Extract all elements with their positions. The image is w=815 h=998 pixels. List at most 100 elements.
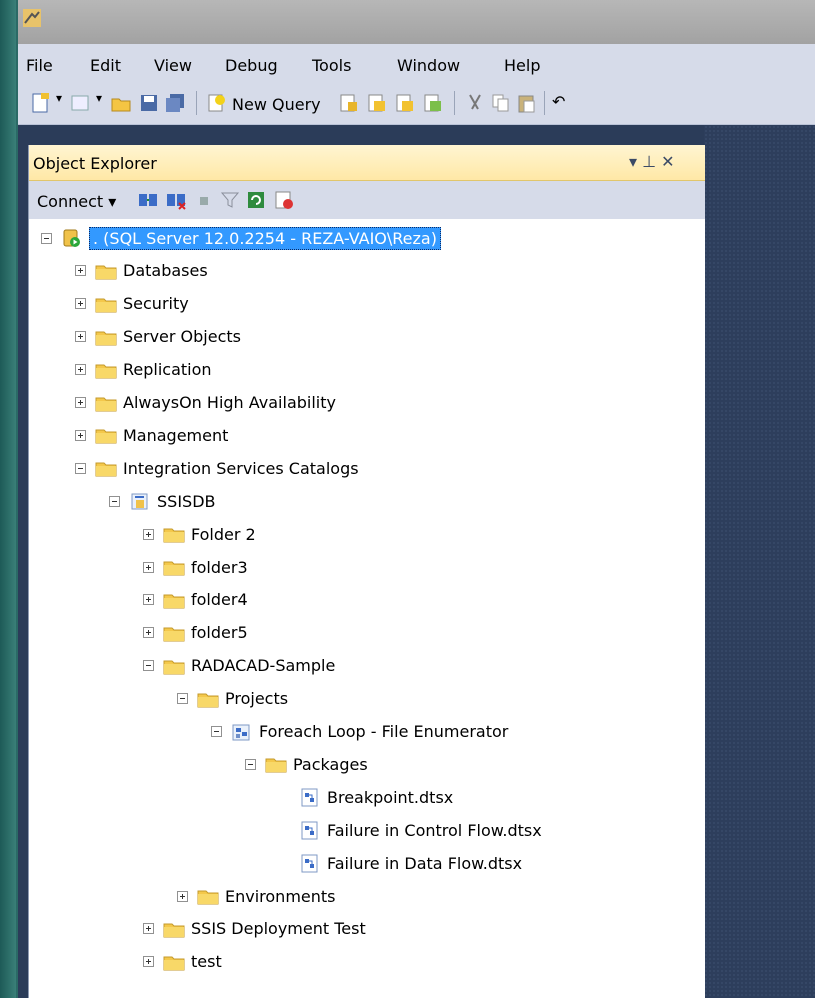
activity-monitor-icon[interactable] (273, 189, 295, 211)
tree-node[interactable]: SSISDB (109, 488, 215, 514)
copy-icon[interactable] (490, 92, 512, 114)
tree-node-label[interactable]: Failure in Control Flow.dtsx (327, 821, 542, 840)
disconnect-icon[interactable] (165, 189, 187, 211)
new-query-button[interactable]: New Query (232, 95, 321, 114)
tree-node[interactable]: Management (75, 422, 228, 448)
tree-node-label[interactable]: Foreach Loop - File Enumerator (259, 722, 508, 741)
tree-node[interactable]: Breakpoint.dtsx (279, 784, 453, 810)
tree-node[interactable]: Replication (75, 357, 212, 383)
tree-node-label[interactable]: . (SQL Server 12.0.2254 - REZA-VAIO\Reza… (89, 226, 441, 250)
tree-node[interactable]: Failure in Data Flow.dtsx (279, 850, 522, 876)
tree-node[interactable]: Folder 2 (143, 521, 256, 547)
expand-icon[interactable] (143, 594, 154, 606)
expand-icon[interactable] (75, 298, 86, 310)
collapse-icon[interactable] (245, 758, 256, 770)
tree-node-label[interactable]: Databases (123, 261, 208, 280)
expand-icon[interactable] (177, 890, 188, 902)
expand-icon[interactable] (75, 331, 86, 343)
dmx-query-icon[interactable] (394, 92, 416, 114)
save-all-icon[interactable] (164, 92, 186, 114)
filter-icon[interactable] (219, 189, 241, 211)
collapse-icon[interactable] (211, 726, 222, 737)
tree-node-label[interactable]: SSIS Deployment Test (191, 919, 366, 938)
tree-node[interactable]: Foreach Loop - File Enumerator (211, 719, 508, 745)
save-icon[interactable] (138, 92, 160, 114)
tree-node-label[interactable]: test (191, 952, 222, 971)
collapse-icon[interactable] (41, 232, 52, 244)
tree-node-label[interactable]: Management (123, 426, 228, 445)
tree-node-label[interactable]: Packages (293, 755, 368, 774)
menu-file[interactable]: File (26, 56, 53, 75)
new-project-icon[interactable] (30, 92, 52, 114)
tree-node-label[interactable]: folder4 (191, 590, 248, 609)
cut-icon[interactable] (464, 92, 486, 114)
expand-icon[interactable] (143, 923, 154, 935)
tree-node-label[interactable]: folder5 (191, 623, 248, 642)
tree-node[interactable]: folder5 (143, 620, 248, 646)
tree-node[interactable]: . (SQL Server 12.0.2254 - REZA-VAIO\Reza… (41, 225, 441, 251)
menu-debug[interactable]: Debug (225, 56, 278, 75)
undo-icon[interactable]: ↶ (552, 92, 565, 111)
tree-node-label[interactable]: AlwaysOn High Availability (123, 393, 336, 412)
tree-node[interactable]: Integration Services Catalogs (75, 455, 359, 481)
tree-node-label[interactable]: Integration Services Catalogs (123, 459, 359, 478)
tree-node-label[interactable]: folder3 (191, 558, 248, 577)
tree-node[interactable]: AlwaysOn High Availability (75, 390, 336, 416)
expand-icon[interactable] (143, 627, 154, 639)
tree-node[interactable]: folder3 (143, 554, 248, 580)
tree-node[interactable]: folder4 (143, 587, 248, 613)
tree-node[interactable]: Failure in Control Flow.dtsx (279, 817, 542, 843)
tree-node-label[interactable]: RADACAD-Sample (191, 656, 335, 675)
menu-help[interactable]: Help (504, 56, 540, 75)
tree-node[interactable]: SSIS Deployment Test (143, 916, 366, 942)
tree-node[interactable]: RADACAD-Sample (143, 653, 335, 679)
expand-icon[interactable] (143, 528, 154, 540)
menu-tools[interactable]: Tools (312, 56, 351, 75)
collapse-icon[interactable] (109, 495, 120, 507)
collapse-icon[interactable] (177, 693, 188, 705)
tree-node-label[interactable]: Security (123, 294, 189, 313)
connect-icon[interactable] (137, 189, 159, 211)
menu-view[interactable]: View (154, 56, 192, 75)
panel-controls[interactable]: ▾ ⊥ ✕ (629, 152, 675, 171)
folder-icon (95, 429, 117, 444)
collapse-icon[interactable] (143, 660, 154, 672)
tree-node[interactable]: Server Objects (75, 324, 241, 350)
tree-node-label[interactable]: Breakpoint.dtsx (327, 788, 453, 807)
expand-icon[interactable] (75, 397, 86, 408)
mdx-query-icon[interactable] (366, 92, 388, 114)
database-engine-query-icon[interactable] (338, 92, 360, 114)
collapse-icon[interactable] (75, 462, 86, 474)
tree-node-label[interactable]: SSISDB (157, 492, 215, 511)
tree-node-label[interactable]: Projects (225, 689, 288, 708)
expand-icon[interactable] (143, 561, 154, 573)
tree-node-label[interactable]: Folder 2 (191, 525, 256, 544)
menu-window[interactable]: Window (397, 56, 460, 75)
refresh-icon[interactable] (245, 189, 267, 211)
dropdown-arrow-icon[interactable]: ▾ (56, 91, 62, 105)
add-item-icon[interactable] (70, 92, 92, 114)
paste-icon[interactable] (516, 92, 538, 114)
expand-icon[interactable] (143, 956, 154, 968)
menu-edit[interactable]: Edit (90, 56, 121, 75)
open-folder-icon[interactable] (110, 92, 132, 114)
stop-icon[interactable] (193, 189, 215, 211)
connect-button[interactable]: Connect ▾ (37, 192, 116, 211)
tree-node-label[interactable]: Environments (225, 887, 336, 906)
new-query-icon[interactable] (206, 92, 228, 114)
tree-node[interactable]: Environments (177, 883, 336, 909)
tree-node[interactable]: Packages (245, 751, 368, 777)
tree-node[interactable]: Security (75, 291, 189, 317)
folder-icon (163, 660, 185, 675)
expand-icon[interactable] (75, 364, 86, 376)
expand-icon[interactable] (75, 429, 86, 441)
xmla-query-icon[interactable] (422, 92, 444, 114)
tree-node-label[interactable]: Replication (123, 360, 212, 379)
tree-node-label[interactable]: Server Objects (123, 327, 241, 346)
tree-node-label[interactable]: Failure in Data Flow.dtsx (327, 854, 522, 873)
tree-node[interactable]: test (143, 949, 222, 975)
tree-node[interactable]: Databases (75, 258, 208, 284)
expand-icon[interactable] (75, 265, 86, 277)
tree-node[interactable]: Projects (177, 686, 288, 712)
dropdown-arrow-icon[interactable]: ▾ (96, 91, 102, 105)
